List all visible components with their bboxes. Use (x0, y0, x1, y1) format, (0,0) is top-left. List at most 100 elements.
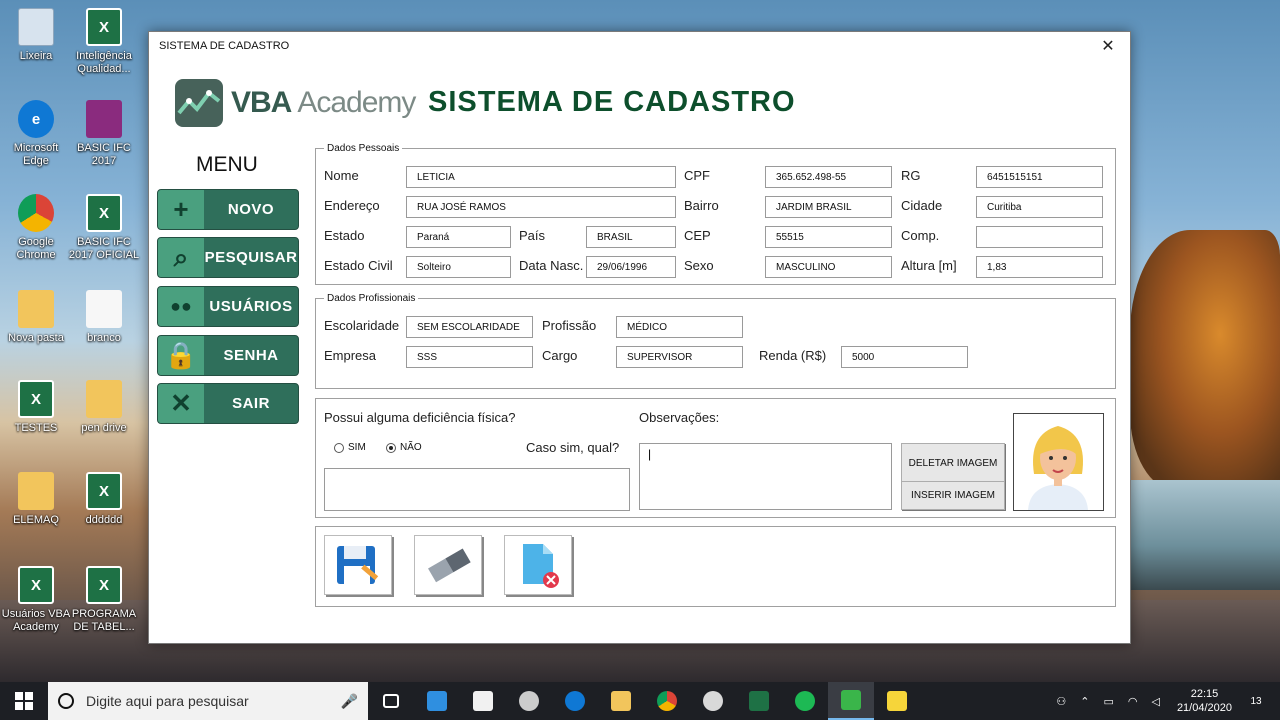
delete-button[interactable] (504, 535, 572, 595)
page-title: SISTEMA DE CADASTRO (428, 86, 796, 118)
estado-field[interactable]: Paraná (406, 226, 511, 248)
clear-button[interactable] (414, 535, 482, 595)
observacoes-field[interactable]: | (639, 443, 892, 510)
profissao-field[interactable]: MÉDICO (616, 316, 743, 338)
desktop-icon-label: dddddd (85, 514, 123, 526)
start-button[interactable] (0, 682, 48, 720)
endereco-field[interactable]: RUA JOSÉ RAMOS (406, 196, 676, 218)
menu-button-pesquisar[interactable]: ⌕ PESQUISAR (157, 237, 299, 278)
desktop-icon-branco[interactable]: branco (68, 290, 140, 345)
desktop-icon-programa-tabel[interactable]: X PROGRAMA DE TABEL... (68, 566, 140, 634)
estado-civil-field[interactable]: Solteiro (406, 256, 511, 278)
sticky-notes-icon[interactable] (874, 682, 920, 720)
menu-button-label: SAIR (232, 395, 270, 412)
excel-icon: X (86, 566, 122, 604)
paint-icon[interactable] (690, 682, 736, 720)
menu-button-usuarios[interactable]: ●● USUÁRIOS (157, 286, 299, 327)
rg-field[interactable]: 6451515151 (976, 166, 1103, 188)
desktop-icon-label: Usuários VBA Academy (1, 608, 71, 633)
nome-field[interactable]: LETICIA (406, 166, 676, 188)
excel-icon[interactable] (736, 682, 782, 720)
taskbar-clock[interactable]: 22:15 21/04/2020 (1177, 687, 1232, 715)
menu-button-sair[interactable]: ✕ SAIR (157, 383, 299, 424)
desktop-icon-nova-pasta[interactable]: Nova pasta (0, 290, 72, 345)
system-tray: ⚇ ⌃ ▭ ◠ ◁ 22:15 21/04/2020 13 (1049, 682, 1280, 720)
eraser-icon (428, 548, 471, 583)
wifi-icon[interactable]: ◠ (1128, 695, 1138, 708)
insert-image-button[interactable]: INSERIR IMAGEM (901, 481, 1005, 510)
radio-nao[interactable]: NÃO (386, 442, 422, 453)
desktop-icon-basic-ifc-oficial[interactable]: X BASIC IFC 2017 OFICIAL (68, 194, 140, 262)
close-icon[interactable]: ✕ (1096, 36, 1120, 56)
desktop-icon-label: TESTES (14, 422, 58, 434)
clock-time: 22:15 (1190, 688, 1219, 700)
cargo-field[interactable]: SUPERVISOR (616, 346, 743, 368)
comp-field[interactable] (976, 226, 1103, 248)
label-cidade: Cidade (901, 198, 943, 213)
empresa-field[interactable]: SSS (406, 346, 533, 368)
data-nasc-field[interactable]: 29/06/1996 (586, 256, 676, 278)
volume-icon[interactable]: ◁ (1151, 695, 1159, 708)
battery-icon[interactable]: ▭ (1103, 695, 1113, 708)
microphone-icon[interactable]: 🎤 (341, 693, 358, 710)
excel-icon: X (18, 380, 54, 418)
desktop-icon-usuarios-vba[interactable]: X Usuários VBA Academy (0, 566, 72, 634)
recycle-bin-icon (18, 8, 54, 46)
users-icon: ●● (158, 287, 204, 326)
plus-icon: + (158, 190, 204, 229)
desktop-icon-label: Inteligência Qualidad... (76, 50, 132, 75)
people-icon[interactable]: ⚇ (1056, 695, 1066, 708)
excel-icon: X (86, 472, 122, 510)
edge-icon[interactable] (552, 682, 598, 720)
profile-photo[interactable] (1013, 413, 1104, 511)
desktop-icon-testes[interactable]: X TESTES (0, 380, 72, 435)
which-deficiency-field[interactable] (324, 468, 630, 511)
store-icon[interactable] (460, 682, 506, 720)
desktop-icon-pen-drive[interactable]: pen drive (68, 380, 140, 435)
desktop-icon-basic-ifc[interactable]: BASIC IFC 2017 (68, 100, 140, 168)
radio-sim[interactable]: SIM (334, 442, 366, 453)
search-placeholder: Digite aqui para pesquisar (86, 693, 249, 709)
desktop-icon-chrome[interactable]: Google Chrome (0, 194, 72, 262)
settings-gear-icon[interactable] (506, 682, 552, 720)
file-explorer-icon[interactable] (598, 682, 644, 720)
pais-field[interactable]: BRASIL (586, 226, 676, 248)
sexo-field[interactable]: MASCULINO (765, 256, 892, 278)
menu-button-senha[interactable]: 🔒 SENHA (157, 335, 299, 376)
cep-field[interactable]: 55515 (765, 226, 892, 248)
bairro-field[interactable]: JARDIM BRASIL (765, 196, 892, 218)
window-title: SISTEMA DE CADASTRO (159, 40, 290, 52)
chevron-up-icon[interactable]: ⌃ (1080, 695, 1089, 708)
menu-button-label: SENHA (223, 347, 279, 364)
camtasia-icon[interactable] (828, 682, 874, 720)
wallpaper-cliff (1130, 230, 1280, 490)
radio-circle (334, 442, 344, 453)
desktop-icon-elemaq[interactable]: ELEMAQ (0, 472, 72, 527)
desktop-icon-inteligencia[interactable]: X Inteligência Qualidad... (68, 8, 140, 76)
mail-icon[interactable] (414, 682, 460, 720)
cpf-field[interactable]: 365.652.498-55 (765, 166, 892, 188)
chrome-icon[interactable] (644, 682, 690, 720)
desktop-icon-edge[interactable]: e Microsoft Edge (0, 100, 72, 168)
blank-file-icon (86, 290, 122, 328)
window-titlebar: SISTEMA DE CADASTRO ✕ (149, 32, 1130, 60)
label-renda: Renda (R$) (759, 348, 827, 363)
desktop-icon-label: Microsoft Edge (13, 142, 59, 167)
cidade-field[interactable]: Curitiba (976, 196, 1103, 218)
notification-center-icon[interactable]: 13 (1242, 690, 1270, 712)
delete-file-icon (523, 544, 559, 588)
label-pais: País (519, 228, 546, 243)
escolaridade-field[interactable]: SEM ESCOLARIDADE (406, 316, 533, 338)
spotify-icon[interactable] (782, 682, 828, 720)
renda-field[interactable]: 5000 (841, 346, 968, 368)
desktop-icon-label: pen drive (81, 422, 127, 434)
desktop-icon-lixeira[interactable]: Lixeira (0, 8, 72, 63)
desktop-icon-dddddd[interactable]: X dddddd (68, 472, 140, 527)
taskbar-search-box[interactable]: Digite aqui para pesquisar 🎤 (48, 682, 368, 720)
task-view-icon[interactable] (368, 682, 414, 720)
save-button[interactable] (324, 535, 392, 595)
menu-button-novo[interactable]: + NOVO (157, 189, 299, 230)
altura-field[interactable]: 1,83 (976, 256, 1103, 278)
desktop-icon-label: Google Chrome (16, 236, 56, 261)
delete-image-button[interactable]: DELETAR IMAGEM (901, 443, 1005, 483)
